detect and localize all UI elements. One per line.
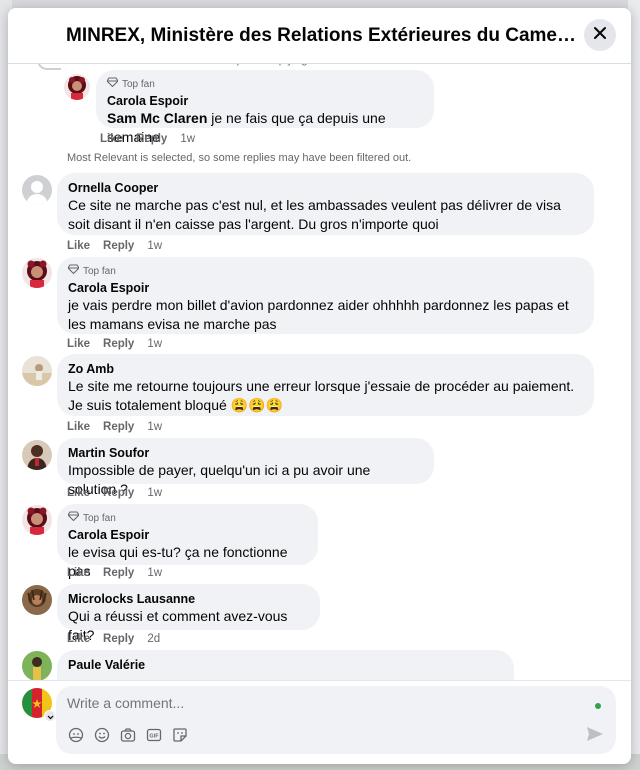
comment-timestamp[interactable]: 1w: [180, 132, 195, 146]
top-fan-badge: Top fan: [67, 511, 306, 525]
comment-timestamp[interactable]: 1w: [147, 337, 162, 351]
comment-composer: GIF: [8, 680, 631, 764]
account-switch-button[interactable]: [44, 710, 56, 722]
comments-feed[interactable]: The comment Carola Espoir is replying to…: [8, 8, 631, 680]
page-title: MINREX, Ministère des Relations Extérieu…: [66, 25, 576, 46]
comment-author[interactable]: Carola Espoir: [107, 93, 422, 109]
close-icon: [593, 26, 607, 45]
comment-bubble: Microlocks Lausanne Qui a réussi et comm…: [57, 584, 320, 643]
comment-text: Le site me retourne toujours une erreur …: [68, 378, 575, 413]
mention-link[interactable]: Sam Mc Claren: [107, 110, 207, 126]
diamond-icon: [67, 511, 80, 525]
gif-icon[interactable]: GIF: [145, 726, 163, 744]
avatar[interactable]: [22, 651, 52, 680]
avatar[interactable]: [22, 585, 52, 615]
reply-button[interactable]: Reply: [103, 566, 134, 580]
like-button[interactable]: Like: [67, 420, 90, 434]
like-button[interactable]: Like: [67, 239, 90, 253]
comment-bubble: Top fan Carola Espoir le evisa qui es-tu…: [57, 504, 318, 579]
comment-timestamp[interactable]: 1w: [147, 566, 162, 580]
comment-author[interactable]: Carola Espoir: [68, 280, 582, 296]
comment-bubble: Ornella Cooper Ce site ne marche pas c'e…: [57, 173, 594, 235]
avatar[interactable]: [64, 74, 90, 100]
comment-timestamp[interactable]: 1w: [147, 420, 162, 434]
svg-text:GIF: GIF: [149, 734, 159, 740]
diamond-icon: [106, 77, 119, 91]
comment-author[interactable]: Ornella Cooper: [68, 180, 582, 196]
chevron-down-icon: [47, 707, 54, 725]
comment-author[interactable]: Martin Soufor: [68, 445, 422, 461]
camera-icon[interactable]: [119, 726, 137, 744]
reply-button[interactable]: Reply: [103, 632, 134, 646]
avatar[interactable]: [22, 440, 52, 470]
avatar-sticker-icon[interactable]: [67, 726, 85, 744]
comment-actions: Like Reply 1w: [67, 239, 162, 253]
comment-actions: Like Reply 1w: [67, 486, 162, 500]
comment-actions: Like Reply 1w: [67, 337, 162, 351]
comment-bubble: Martin Soufor Impossible de payer, quelq…: [57, 438, 434, 497]
comment-input[interactable]: [67, 695, 547, 711]
comment-bubble: Zo Amb Le site me retourne toujours une …: [57, 354, 594, 416]
reply-button[interactable]: Reply: [136, 132, 167, 146]
like-button[interactable]: Like: [67, 632, 90, 646]
reply-button[interactable]: Reply: [103, 337, 134, 351]
comment-actions: Like Reply 1w: [67, 566, 162, 580]
sticker-icon[interactable]: [171, 726, 189, 744]
filter-note: Most Relevant is selected, so some repli…: [67, 152, 412, 164]
comment-author[interactable]: Paule Valérie: [68, 657, 502, 673]
comment-timestamp[interactable]: 2d: [147, 632, 160, 646]
emoji-icon[interactable]: [93, 726, 111, 744]
comment-text: Ce site ne marche pas c'est nul, et les …: [68, 197, 561, 232]
comment-timestamp[interactable]: 1w: [147, 239, 162, 253]
online-indicator: [595, 703, 601, 709]
avatar[interactable]: [22, 175, 52, 205]
reply-button[interactable]: Reply: [103, 420, 134, 434]
comment-timestamp[interactable]: 1w: [147, 486, 162, 500]
comment-bubble: Top fan Carola Espoir Sam Mc Claren je n…: [96, 70, 434, 145]
comment-box: GIF: [56, 686, 616, 754]
like-button[interactable]: Like: [67, 486, 90, 500]
avatar[interactable]: [22, 258, 52, 288]
composer-toolbar: GIF: [67, 726, 189, 744]
avatar[interactable]: [22, 356, 52, 386]
comments-dialog: The comment Carola Espoir is replying to…: [8, 8, 631, 764]
comment-text: je vais perdre mon billet d'avion pardon…: [68, 297, 569, 332]
send-icon[interactable]: [586, 726, 606, 744]
like-button[interactable]: Like: [100, 132, 123, 146]
reply-button[interactable]: Reply: [103, 486, 134, 500]
close-button[interactable]: [584, 19, 616, 51]
comment-actions: Like Reply 1w: [67, 420, 162, 434]
reply-button[interactable]: Reply: [103, 239, 134, 253]
top-fan-badge: Top fan: [67, 264, 582, 278]
comment-bubble: Paule Valérie: [57, 650, 514, 680]
comment-author[interactable]: Carola Espoir: [68, 527, 306, 543]
avatar[interactable]: [22, 505, 52, 535]
comment-bubble: Top fan Carola Espoir je vais perdre mon…: [57, 257, 594, 334]
diamond-icon: [67, 264, 80, 278]
like-button[interactable]: Like: [67, 566, 90, 580]
comment-author[interactable]: Zo Amb: [68, 361, 582, 377]
top-fan-badge: Top fan: [106, 77, 422, 91]
comment-actions: Like Reply 1w: [100, 132, 195, 146]
dialog-header: MINREX, Ministère des Relations Extérieu…: [8, 8, 631, 64]
comment-author[interactable]: Microlocks Lausanne: [68, 591, 308, 607]
like-button[interactable]: Like: [67, 337, 90, 351]
comment-actions: Like Reply 2d: [67, 632, 160, 646]
